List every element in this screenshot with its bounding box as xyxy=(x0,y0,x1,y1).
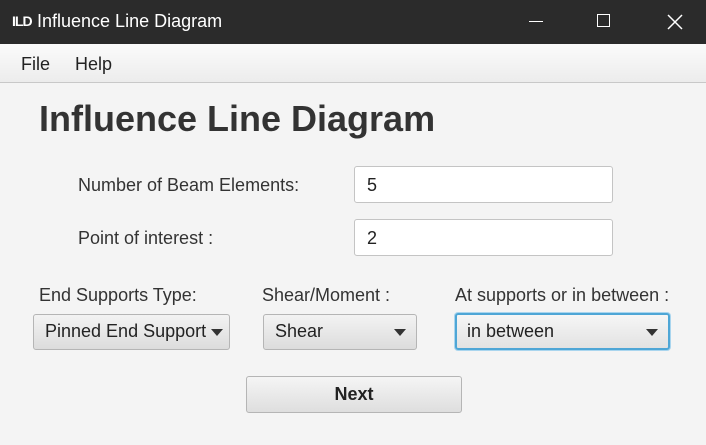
maximize-icon xyxy=(597,14,610,27)
app-icon: ILD xyxy=(12,13,33,29)
chevron-down-icon xyxy=(646,329,658,336)
point-of-interest-label: Point of interest : xyxy=(78,228,214,248)
chevron-down-icon xyxy=(211,329,223,336)
location-value: in between xyxy=(467,321,555,341)
location-label: At supports or in between : xyxy=(455,285,670,305)
minimize-button[interactable] xyxy=(513,0,559,44)
next-button[interactable]: Next xyxy=(246,376,462,413)
maximize-button[interactable] xyxy=(581,0,627,44)
shear-moment-value: Shear xyxy=(275,321,324,341)
chevron-down-icon xyxy=(394,329,406,336)
shear-moment-select[interactable]: Shear xyxy=(263,314,417,350)
close-button[interactable] xyxy=(651,0,697,44)
minimize-icon xyxy=(529,21,543,22)
point-of-interest-input[interactable]: 2 xyxy=(354,219,613,256)
shear-moment-label: Shear/Moment : xyxy=(262,285,391,305)
beam-elements-input[interactable]: 5 xyxy=(354,166,613,203)
end-supports-value: Pinned End Support xyxy=(45,321,207,341)
location-select[interactable]: in between xyxy=(455,313,670,350)
beam-elements-label: Number of Beam Elements: xyxy=(78,175,300,195)
window-title: Influence Line Diagram xyxy=(37,11,223,31)
menu-file[interactable]: File xyxy=(21,54,50,75)
end-supports-select[interactable]: Pinned End Support xyxy=(33,314,230,350)
end-supports-label: End Supports Type: xyxy=(39,285,197,305)
page-title: Influence Line Diagram xyxy=(39,98,436,139)
title-bar: ILD Influence Line Diagram xyxy=(0,0,706,44)
close-icon xyxy=(667,14,683,30)
menu-help[interactable]: Help xyxy=(75,54,112,75)
menu-bar: File Help xyxy=(0,44,706,83)
